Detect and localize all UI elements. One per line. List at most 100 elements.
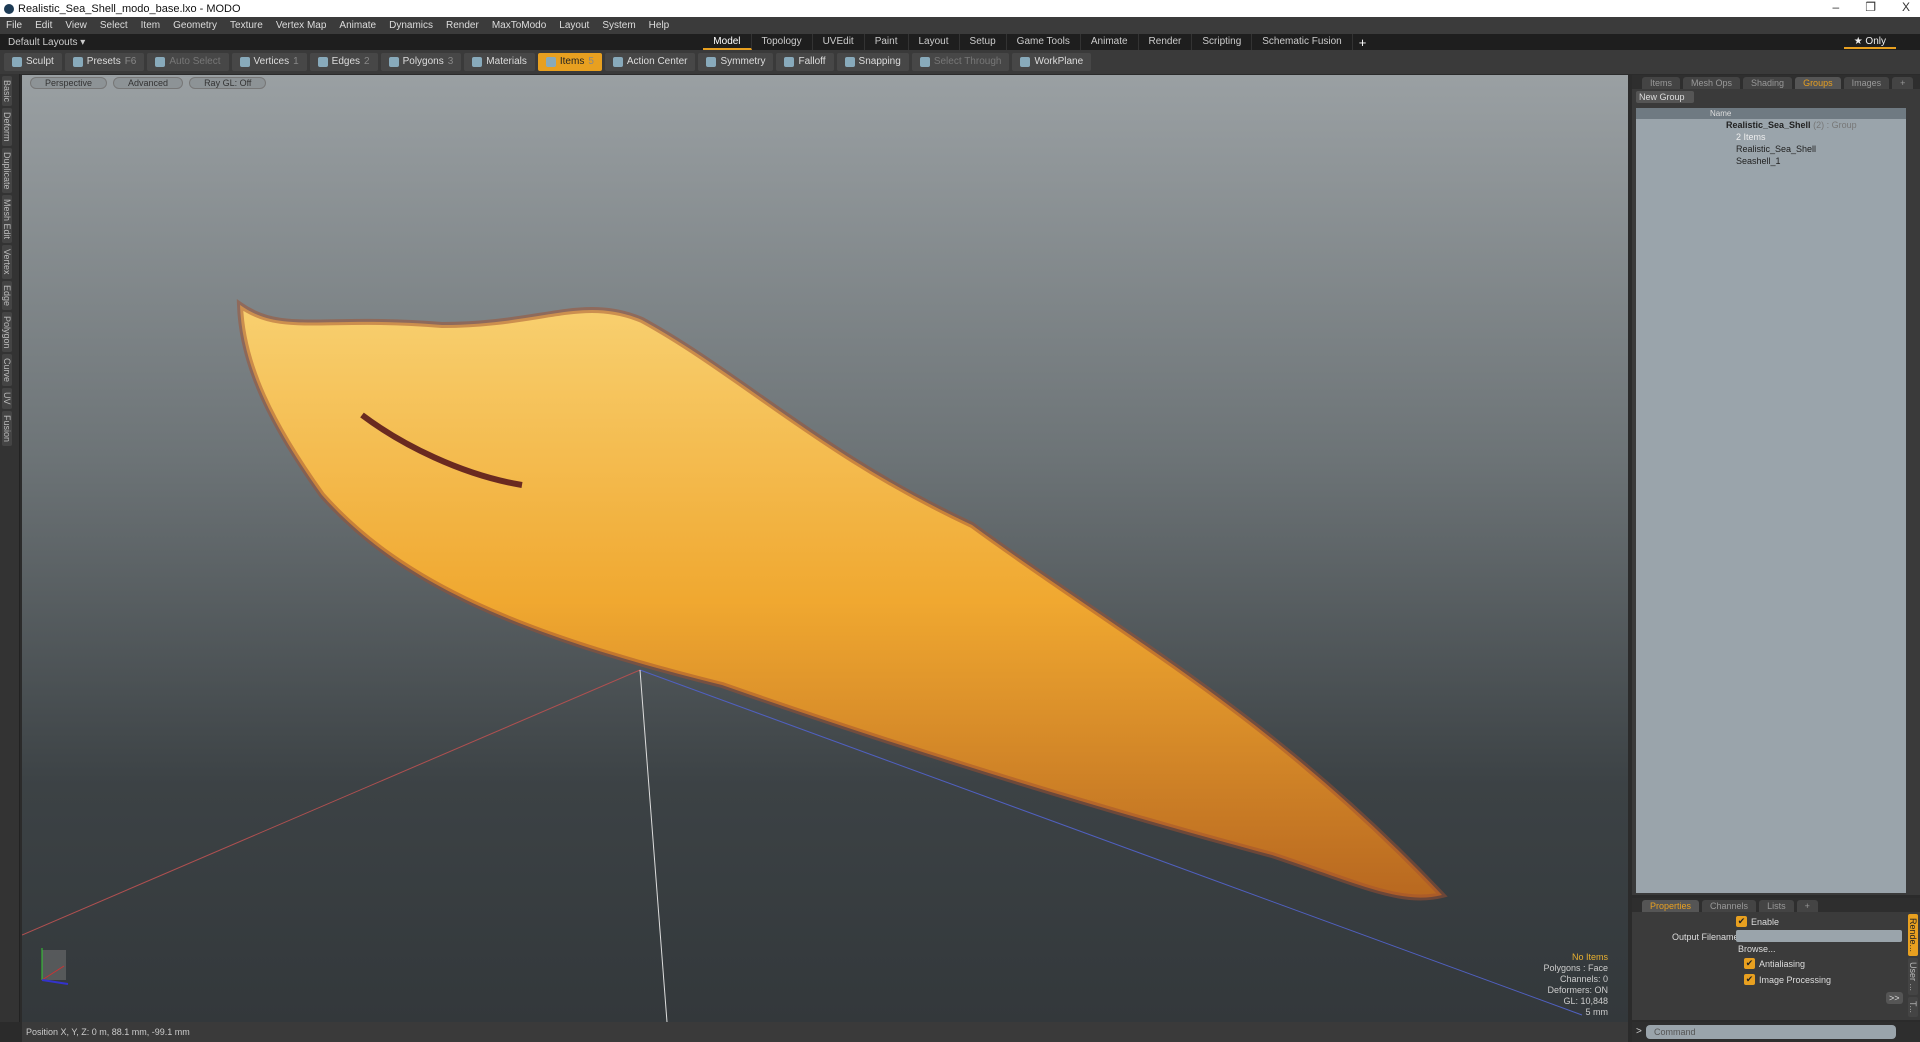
- tab-topology[interactable]: Topology: [752, 34, 813, 50]
- enable-checkbox[interactable]: ✔ Enable: [1736, 916, 1779, 927]
- menu-system[interactable]: System: [602, 20, 635, 31]
- 3d-viewport[interactable]: Perspective Advanced Ray GL: Off No Item…: [22, 75, 1628, 1022]
- tab-lists[interactable]: Lists: [1759, 900, 1794, 912]
- name-column-header[interactable]: Name: [1636, 108, 1906, 119]
- tab-shading[interactable]: Shading: [1743, 77, 1793, 89]
- tab-scripting[interactable]: Scripting: [1192, 34, 1253, 50]
- vertices-button[interactable]: Vertices 1: [231, 53, 307, 71]
- menu-texture[interactable]: Texture: [230, 20, 263, 31]
- menu-item[interactable]: Item: [141, 20, 160, 31]
- menu-edit[interactable]: Edit: [35, 20, 52, 31]
- antialiasing-checkbox[interactable]: ✔ Antialiasing: [1744, 958, 1805, 969]
- tab-render[interactable]: Render: [1139, 34, 1193, 50]
- menu-file[interactable]: File: [6, 20, 22, 31]
- side-tab-0[interactable]: Rende...: [1908, 914, 1918, 957]
- tab-mesh-ops[interactable]: Mesh Ops: [1683, 77, 1741, 89]
- menu-dynamics[interactable]: Dynamics: [389, 20, 433, 31]
- shortcut-key: 1: [293, 56, 299, 67]
- presets-button[interactable]: Presets F6: [64, 53, 145, 71]
- snapping-button[interactable]: Snapping: [836, 53, 909, 71]
- left-tab-uv[interactable]: UV: [2, 388, 12, 409]
- tree-item-mesh[interactable]: Seashell_1: [1636, 155, 1906, 167]
- status-bar: Position X, Y, Z: 0 m, 88.1 mm, -99.1 mm: [22, 1022, 1628, 1042]
- tab-groups[interactable]: Groups: [1795, 77, 1841, 89]
- menu-geometry[interactable]: Geometry: [173, 20, 217, 31]
- image-processing-checkbox[interactable]: ✔ Image Processing: [1744, 974, 1831, 985]
- tab-model[interactable]: Model: [703, 34, 752, 50]
- falloff-button[interactable]: Falloff: [776, 53, 834, 71]
- browse-button[interactable]: Browse...: [1738, 944, 1776, 954]
- minimize-button[interactable]: –: [1833, 0, 1840, 14]
- menu-maxtomodo[interactable]: MaxToModo: [492, 20, 546, 31]
- items-button[interactable]: Items 5: [537, 53, 602, 71]
- menu-layout[interactable]: Layout: [559, 20, 589, 31]
- command-bar: > Command: [1632, 1022, 1920, 1042]
- sculpt-icon: [12, 57, 22, 67]
- polygons-button[interactable]: Polygons 3: [380, 53, 462, 71]
- tab-[interactable]: +: [1892, 77, 1914, 89]
- tab-[interactable]: +: [1796, 900, 1818, 912]
- workplane-button[interactable]: WorkPlane: [1012, 53, 1092, 71]
- maximize-button[interactable]: ❐: [1865, 0, 1876, 14]
- left-tab-duplicate[interactable]: Duplicate: [2, 147, 12, 194]
- select-through-button[interactable]: Select Through: [911, 53, 1010, 71]
- group-tree: Name Realistic_Sea_Shell (2) : Group 2 I…: [1636, 108, 1906, 893]
- group-type: : Group: [1826, 120, 1857, 130]
- tab-items[interactable]: Items: [1642, 77, 1681, 89]
- left-tab-polygon[interactable]: Polygon: [2, 311, 12, 353]
- tree-item-locator[interactable]: Realistic_Sea_Shell: [1636, 143, 1906, 155]
- new-group-button[interactable]: New Group: [1636, 91, 1694, 103]
- left-tab-curve[interactable]: Curve: [2, 354, 12, 387]
- left-tab-mesh-edit[interactable]: Mesh Edit: [2, 195, 12, 244]
- menu-view[interactable]: View: [65, 20, 87, 31]
- tab-uvedit[interactable]: UVEdit: [813, 34, 865, 50]
- sculpt-label: Sculpt: [26, 56, 54, 67]
- left-tab-fusion[interactable]: Fusion: [2, 410, 12, 446]
- action-center-button[interactable]: Action Center: [604, 53, 696, 71]
- tab-animate[interactable]: Animate: [1081, 34, 1139, 50]
- workplane-icon: [1020, 57, 1031, 67]
- shortcut-key: 2: [364, 56, 370, 67]
- close-button[interactable]: X: [1902, 0, 1910, 14]
- menu-render[interactable]: Render: [446, 20, 479, 31]
- menu-help[interactable]: Help: [649, 20, 670, 31]
- auto-select-label: Auto Select: [169, 56, 221, 67]
- edges-button[interactable]: Edges 2: [309, 53, 378, 71]
- left-tab-basic[interactable]: Basic: [2, 76, 12, 107]
- left-tool-tabs: Basic Deform Duplicate Mesh Edit Vertex Edge P…: [0, 74, 20, 1022]
- image-processing-label: Image Processing: [1759, 974, 1832, 985]
- vertices-label: Vertices: [253, 56, 290, 67]
- left-tab-vertex[interactable]: Vertex: [2, 245, 12, 279]
- symmetry-button[interactable]: Symmetry: [698, 53, 774, 71]
- side-tab-2[interactable]: T...: [1908, 997, 1918, 1018]
- groups-panel: Items Mesh Ops Shading Groups Images + New Gr…: [1632, 75, 1920, 895]
- only-toggle[interactable]: ★ Only: [1843, 36, 1896, 49]
- side-tab-1[interactable]: User ...: [1908, 958, 1918, 996]
- tab-layout[interactable]: Layout: [909, 34, 960, 50]
- expand-button[interactable]: >>: [1886, 992, 1903, 1004]
- left-tab-deform[interactable]: Deform: [2, 108, 12, 146]
- vertices-icon: [239, 57, 250, 67]
- menu-animate[interactable]: Animate: [339, 20, 376, 31]
- items-icon: [545, 57, 556, 67]
- auto-select-button[interactable]: Auto Select: [147, 53, 229, 71]
- left-tab-edge[interactable]: Edge: [2, 280, 12, 310]
- tab-channels[interactable]: Channels: [1702, 900, 1757, 912]
- menu-vertex-map[interactable]: Vertex Map: [276, 20, 327, 31]
- tab-images[interactable]: Images: [1843, 77, 1890, 89]
- add-layout-button[interactable]: +: [1359, 35, 1367, 50]
- tab-paint[interactable]: Paint: [865, 34, 909, 50]
- tab-game-tools[interactable]: Game Tools: [1007, 34, 1081, 50]
- menu-select[interactable]: Select: [100, 20, 128, 31]
- group-row[interactable]: Realistic_Sea_Shell (2) : Group: [1636, 119, 1906, 131]
- materials-button[interactable]: Materials: [464, 53, 535, 71]
- tab-setup[interactable]: Setup: [960, 34, 1007, 50]
- tab-properties[interactable]: Properties: [1642, 900, 1700, 912]
- output-filename-label: Output Filename: [1672, 932, 1739, 942]
- layouts-dropdown[interactable]: Default Layouts ▾: [0, 37, 93, 48]
- output-filename-input[interactable]: [1736, 930, 1902, 942]
- command-input[interactable]: Command: [1646, 1025, 1896, 1039]
- shortcut-key: F6: [124, 56, 137, 67]
- tab-schematic-fusion[interactable]: Schematic Fusion: [1252, 34, 1353, 50]
- sculpt-button[interactable]: Sculpt: [4, 53, 62, 71]
